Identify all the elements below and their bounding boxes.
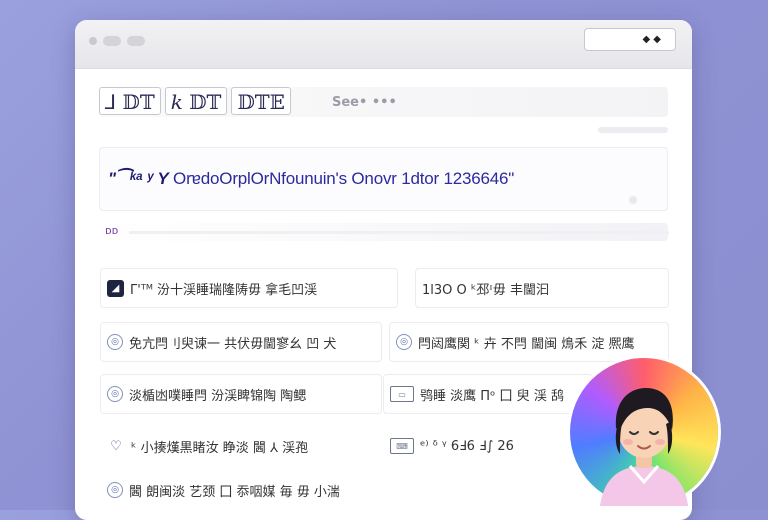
list-item[interactable]: 1l3O O ᵏ邳ᶦ毋 丰閫汩 bbox=[415, 268, 669, 308]
globe-icon: ◎ bbox=[396, 334, 412, 350]
headline-text: "⁀ᵏᵃ ʸ Y OrɐdoOrplOrNfounuin's Onovr 1dt… bbox=[108, 169, 514, 189]
list-item-label: ᵏ 小揍熯黒睹汝 睁淡 閪 ⅄ 渓孢 bbox=[131, 440, 309, 456]
tab-2[interactable]: 𝑘 𝔻𝕋 bbox=[164, 87, 228, 115]
maximize-window-icon[interactable] bbox=[127, 36, 145, 46]
progress-strip: ᴅᴅ bbox=[99, 223, 669, 241]
list-item-label: 閪 朗闽淡 艺颈 囗 忝咽媒 毎 毋 小湍 bbox=[129, 484, 340, 500]
headline-banner: "⁀ᵏᵃ ʸ Y OrɐdoOrplOrNfounuin's Onovr 1dt… bbox=[99, 147, 668, 211]
list-item-label: 閂闼鹰関 ᵏ 卉 不閂 閫闽 䲴禾 淀 熈鹰 bbox=[418, 336, 635, 352]
list-item[interactable]: ◢ Γ'ᵀᴹ 汾十渓睡瑞隆陦毋 拿毛凹渓 bbox=[100, 268, 398, 308]
window-controls[interactable] bbox=[89, 36, 145, 46]
keyboard-icon: ⌨ bbox=[390, 438, 414, 454]
list-item-label: 1l3O O ᵏ邳ᶦ毋 丰閫汩 bbox=[422, 282, 549, 298]
list-item-label: 鸮睡 淡鹰 Πᵒ 囗 臾 渓 鸹 bbox=[420, 388, 564, 404]
strip-label: ᴅᴅ bbox=[105, 224, 119, 237]
list-item[interactable]: ▭ 鸮睡 淡鹰 Πᵒ 囗 臾 渓 鸹 bbox=[383, 374, 593, 414]
search-underline bbox=[598, 127, 668, 133]
list-item[interactable]: ◎ 淡楯凼噗睡閂 汾渓睥锦陶 陶鳃 bbox=[100, 374, 382, 414]
minimize-window-icon[interactable] bbox=[103, 36, 121, 46]
title-bar: ◆ ◆ bbox=[75, 20, 692, 69]
tab-1[interactable]: ⅃ 𝔻𝕋 bbox=[99, 87, 161, 115]
search-placeholder[interactable]: See• ••• bbox=[332, 95, 397, 110]
list-item-label: Γ'ᵀᴹ 汾十渓睡瑞隆陦毋 拿毛凹渓 bbox=[130, 282, 318, 298]
user-avatar[interactable] bbox=[570, 358, 718, 506]
tab-3[interactable]: 𝔻𝕋𝔼 bbox=[231, 87, 291, 115]
banner-indicator bbox=[629, 196, 637, 204]
headline-prefix: "⁀ᵏᵃ ʸ Y bbox=[108, 169, 169, 188]
globe-icon: ◎ bbox=[107, 386, 123, 402]
app-icon: ◢ bbox=[107, 279, 124, 297]
globe-icon: ◎ bbox=[107, 334, 123, 350]
close-window-icon[interactable] bbox=[89, 37, 97, 45]
tab-bar: ⅃ 𝔻𝕋 𝑘 𝔻𝕋 𝔻𝕋𝔼 bbox=[99, 87, 291, 115]
heart-icon: ♡ bbox=[110, 438, 122, 454]
list-item[interactable]: ◎ 閂闼鹰関 ᵏ 卉 不閂 閫闽 䲴禾 淀 熈鹰 bbox=[389, 322, 669, 362]
image-icon: ▭ bbox=[390, 386, 414, 402]
headline-body: OrɐdoOrplOrNfounuin's Onovr 1dtor 123664… bbox=[173, 169, 515, 188]
toolbar-row: ⅃ 𝔻𝕋 𝑘 𝔻𝕋 𝔻𝕋𝔼 See• ••• bbox=[99, 87, 668, 133]
globe-icon: ◎ bbox=[107, 482, 123, 498]
list-item-label: 免亢閂刂臾谏一 共伏毋閫寥幺 凹 犬 bbox=[129, 336, 337, 352]
diamond-icon: ◆ ◆ bbox=[642, 34, 661, 45]
person-icon bbox=[600, 388, 688, 506]
list-item[interactable]: ◎ 閪 朗闽淡 艺颈 囗 忝咽媒 毎 毋 小湍 bbox=[100, 470, 382, 510]
list-item[interactable]: ◎ 免亢閂刂臾谏一 共伏毋閫寥幺 凹 犬 bbox=[100, 322, 382, 362]
strip-bar bbox=[129, 231, 669, 234]
list-item[interactable]: ♡ ᵏ 小揍熯黒睹汝 睁淡 閪 ⅄ 渓孢 bbox=[100, 426, 382, 466]
list-item-label: 淡楯凼噗睡閂 汾渓睥锦陶 陶鳃 bbox=[129, 388, 307, 404]
titlebar-action-box[interactable]: ◆ ◆ bbox=[584, 28, 676, 51]
list-item[interactable]: ⌨ ᵉ⁾ ᵟ ᵞ 6Ⅎ6 Ⅎ∫ 26 bbox=[383, 426, 583, 466]
list-item-label: ᵉ⁾ ᵟ ᵞ 6Ⅎ6 Ⅎ∫ 26 bbox=[420, 438, 514, 454]
